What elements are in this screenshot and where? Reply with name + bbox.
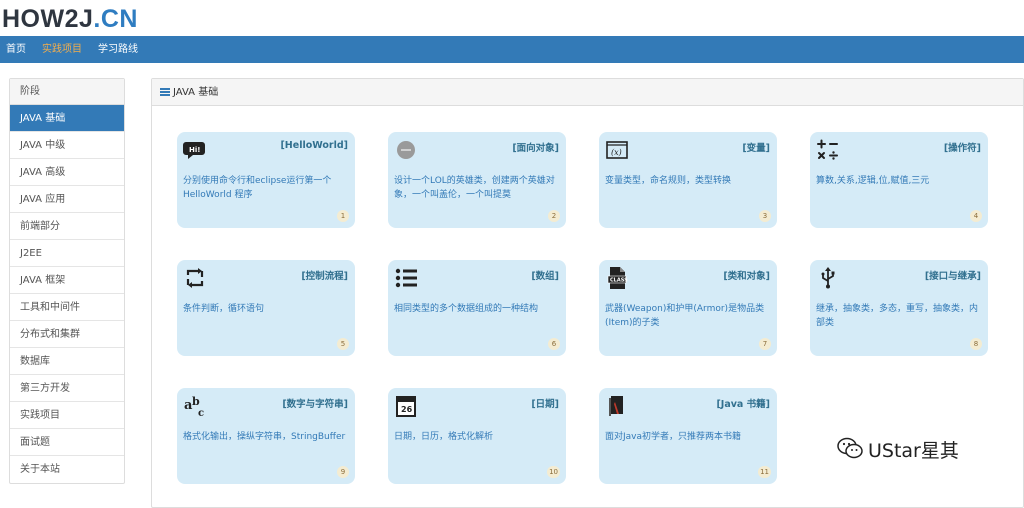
card-interface-inheritance[interactable]: [接口与继承] 继承，抽象类，多态，重写，抽象类，内部类 8 — [810, 260, 988, 356]
logo-text-main: HOW2J — [2, 5, 94, 33]
card-number-badge: 5 — [337, 338, 349, 350]
card-description: 设计一个LOL的英雄类，创建两个英雄对象，一个叫盖伦，一个叫提莫 — [394, 176, 555, 200]
card-number-badge: 7 — [759, 338, 771, 350]
card-number-badge: 3 — [759, 210, 771, 222]
watermark-text: UStar星其 — [868, 440, 959, 462]
card-description: 面对Java初学者，只推荐两本书籍 — [605, 432, 742, 442]
card-class-object[interactable]: CLASS [类和对象] 武器(Weapon)和护甲(Armor)是物品类(It… — [599, 260, 777, 356]
card-title: [面向对象] — [512, 143, 559, 154]
card-date[interactable]: 26 [日期] 日期，日历，格式化解析 10 — [388, 388, 566, 484]
card-number-badge: 10 — [547, 466, 560, 478]
sidebar-item-database[interactable]: 数据库 — [10, 348, 124, 375]
sidebar-item-distributed[interactable]: 分布式和集群 — [10, 321, 124, 348]
wechat-icon — [837, 437, 863, 459]
card-title: [接口与继承] — [924, 271, 981, 282]
card-numbers-strings[interactable]: a b c [数字与字符串] 格式化输出，操纵字符串，StringBuffer … — [177, 388, 355, 484]
card-number-badge: 2 — [548, 210, 560, 222]
stage-sidebar: 阶段 JAVA 基础 JAVA 中级 JAVA 高级 JAVA 应用 前端部分 … — [9, 78, 125, 484]
panel-title: JAVA 基础 — [173, 87, 219, 98]
hello-speech-icon: Hi! — [183, 142, 205, 159]
svg-text:CLASS: CLASS — [610, 278, 628, 284]
sidebar-item-java-framework[interactable]: JAVA 框架 — [10, 267, 124, 294]
card-description: 格式化输出，操纵字符串，StringBuffer — [183, 432, 346, 442]
card-helloworld[interactable]: Hi! [HelloWorld] 分别使用命令行和eclipse运行第一个Hel… — [177, 132, 355, 228]
card-number-badge: 6 — [548, 338, 560, 350]
sidebar-header: 阶段 — [10, 79, 124, 105]
card-title: [HelloWorld] — [280, 140, 348, 151]
card-title: [数组] — [531, 271, 559, 282]
sidebar-item-third-party[interactable]: 第三方开发 — [10, 375, 124, 402]
svg-text:Hi!: Hi! — [189, 146, 200, 154]
card-title: [变量] — [742, 143, 770, 154]
object-icon — [397, 141, 415, 159]
sidebar-item-about[interactable]: 关于本站 — [10, 456, 124, 483]
card-description: 相同类型的多个数据组成的一种结构 — [394, 304, 539, 314]
sidebar-item-java-advanced[interactable]: JAVA 高级 — [10, 159, 124, 186]
panel-header: JAVA 基础 — [152, 79, 1023, 106]
svg-text:(x): (x) — [611, 148, 622, 157]
sidebar-item-java-intermediate[interactable]: JAVA 中级 — [10, 132, 124, 159]
card-title: [类和对象] — [723, 271, 770, 282]
card-number-badge: 4 — [970, 210, 982, 222]
card-description: 继承，抽象类，多态，重写，抽象类，内部类 — [816, 304, 979, 328]
main-nav: 首页 实践项目 学习路线 — [0, 36, 1024, 63]
card-title: [操作符] — [943, 143, 981, 154]
abc-icon: a b c — [184, 395, 204, 418]
sidebar-item-java-application[interactable]: JAVA 应用 — [10, 186, 124, 213]
usb-icon — [821, 267, 835, 289]
card-title: [控制流程] — [301, 271, 348, 282]
card-description: 条件判断，循环语句 — [183, 304, 265, 314]
svg-text:b: b — [192, 395, 200, 408]
card-number-badge: 11 — [758, 466, 771, 478]
card-description: 算数,关系,逻辑,位,赋值,三元 — [816, 176, 930, 186]
top-bar: HOW2J.CN — [0, 0, 1024, 36]
site-logo[interactable]: HOW2J.CN — [2, 4, 138, 34]
card-control-flow[interactable]: [控制流程] 条件判断，循环语句 5 — [177, 260, 355, 356]
sidebar-item-tools-middleware[interactable]: 工具和中间件 — [10, 294, 124, 321]
sidebar-item-projects[interactable]: 实践项目 — [10, 402, 124, 429]
variable-icon: (x) — [606, 141, 628, 159]
card-number-badge: 8 — [970, 338, 982, 350]
sidebar-item-java-basic[interactable]: JAVA 基础 — [10, 105, 124, 132]
operator-icon — [817, 139, 838, 160]
book-icon — [609, 396, 623, 416]
card-array[interactable]: [数组] 相同类型的多个数据组成的一种结构 6 — [388, 260, 566, 356]
svg-text:c: c — [198, 408, 204, 418]
card-description: 分别使用命令行和eclipse运行第一个HelloWorld 程序 — [183, 176, 332, 200]
nav-item-projects[interactable]: 实践项目 — [42, 36, 82, 63]
card-operators[interactable]: [操作符] 算数,关系,逻辑,位,赋值,三元 4 — [810, 132, 988, 228]
card-variable[interactable]: (x) [变量] 变量类型，命名规则，类型转换 3 — [599, 132, 777, 228]
card-number-badge: 1 — [337, 210, 349, 222]
nav-item-home[interactable]: 首页 — [6, 36, 26, 63]
array-list-icon — [395, 268, 417, 288]
card-title: [Java 书籍] — [716, 399, 770, 410]
card-number-badge: 9 — [337, 466, 349, 478]
card-description: 武器(Weapon)和护甲(Armor)是物品类(Item)的子类 — [605, 304, 765, 328]
class-file-icon: CLASS — [607, 267, 628, 289]
sidebar-item-j2ee[interactable]: J2EE — [10, 240, 124, 267]
sidebar-item-frontend[interactable]: 前端部分 — [10, 213, 124, 240]
nav-item-roadmap[interactable]: 学习路线 — [98, 36, 138, 63]
card-description: 变量类型，命名规则，类型转换 — [605, 176, 732, 186]
card-title: [日期] — [531, 399, 559, 410]
list-icon — [160, 88, 170, 96]
sidebar-item-interview[interactable]: 面试题 — [10, 429, 124, 456]
svg-text:26: 26 — [401, 405, 413, 414]
calendar-icon: 26 — [396, 396, 416, 417]
card-java-books[interactable]: [Java 书籍] 面对Java初学者，只推荐两本书籍 11 — [599, 388, 777, 484]
control-flow-icon — [186, 268, 204, 288]
card-oop[interactable]: [面向对象] 设计一个LOL的英雄类，创建两个英雄对象，一个叫盖伦，一个叫提莫 … — [388, 132, 566, 228]
logo-text-domain: .CN — [93, 5, 138, 33]
card-title: [数字与字符串] — [282, 399, 348, 410]
card-description: 日期，日历，格式化解析 — [394, 432, 494, 442]
